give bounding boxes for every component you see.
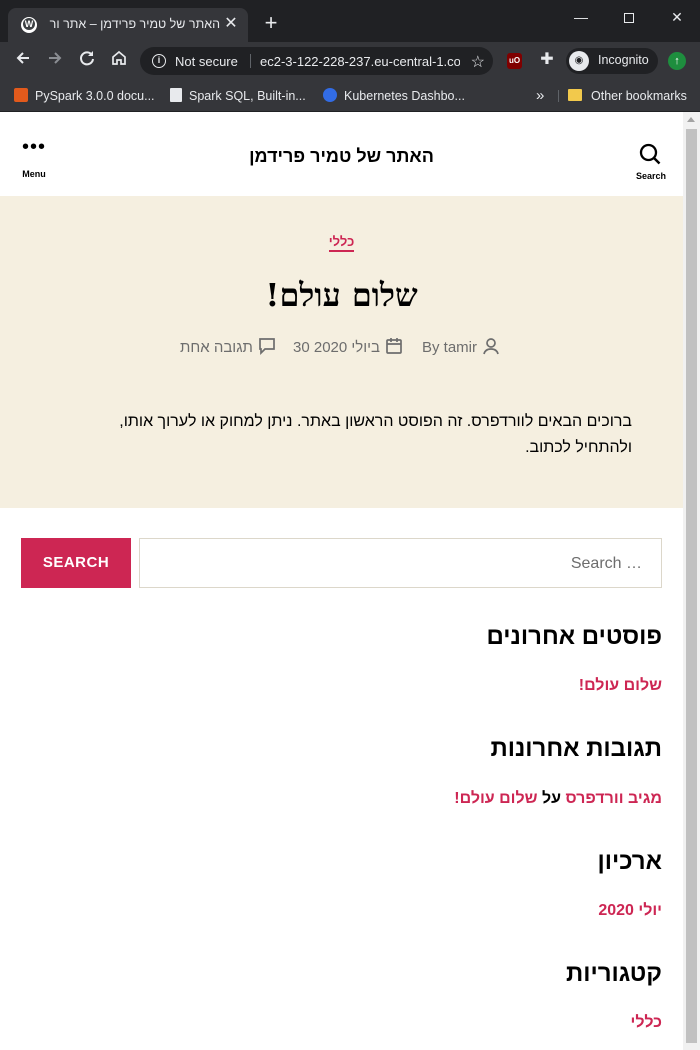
home-icon [112,50,126,65]
site-header: ••• Menu האתר של טמיר פרידמן Search [0,112,683,196]
comment-post-link[interactable]: שלום עולם! [454,790,537,807]
close-tab-icon[interactable]: ✕ [222,15,240,33]
menu-button[interactable]: ••• Menu [19,136,49,185]
bookmark-label: Spark SQL, Built-in... [189,89,306,103]
home-button[interactable] [106,48,132,74]
address-bar[interactable]: i Not secure ec2-3-122-228-237.eu-centra… [140,47,493,75]
search-icon [639,143,661,165]
category-label: כללי [328,234,355,252]
recent-comments-title: תגובות אחרונות [490,735,662,762]
update-arrow-icon[interactable]: ↑ [668,52,686,70]
browser-tab[interactable]: האתר של טמיר פרידמן – אתר ור ✕ [8,8,248,42]
incognito-icon: ◉ [569,51,589,71]
scroll-up-arrow-icon[interactable] [687,117,695,122]
other-bookmarks-label: Other bookmarks [591,89,687,103]
back-arrow-icon [16,52,29,64]
kubernetes-icon [323,88,337,102]
wordpress-icon [21,17,37,33]
forward-button[interactable] [42,48,68,74]
browser-window-chrome: האתר של טמיר פרידמן – אתר ור ✕ + — ✕ i N… [0,0,700,112]
post-date[interactable]: 30 ביולי 2020 [293,336,404,356]
post-article: כללי שלום עולם! By tamir 30 ביולי 2020 ת… [0,196,683,508]
menu-label: Menu [22,169,46,179]
bookmark-pyspark[interactable]: PySpark 3.0.0 docu... [14,86,155,106]
ublock-origin-icon[interactable]: uO [507,53,522,69]
incognito-profile-button[interactable]: ◉ Incognito [566,48,658,74]
post-category-link[interactable]: כללי [300,234,383,252]
post-title[interactable]: שלום עולם! [100,276,583,314]
book-icon [170,88,182,102]
search-button[interactable]: Search [632,141,670,185]
archive-link[interactable]: יולי 2020 [598,902,662,920]
bookmark-spark-sql[interactable]: Spark SQL, Built-in... [170,86,306,106]
sidebar-search-form: SEARCH Search … [21,538,662,588]
comments-label: תגובה אחת [180,339,253,356]
new-tab-button[interactable]: + [259,12,283,36]
comment-author-link[interactable]: מגיב וורדפרס [565,790,662,807]
site-title[interactable]: האתר של טמיר פרידמן [200,146,483,167]
recent-comment-item: מגיב וורדפרס על שלום עולם! [454,790,662,808]
page-scrollbar[interactable] [683,112,700,1050]
post-content: ברוכים הבאים לוורדפרס. זה הפוסט הראשון ב… [119,413,632,456]
spark-icon [14,88,28,102]
reload-button[interactable] [74,48,100,74]
search-input[interactable]: Search … [139,538,662,588]
scrollbar-thumb[interactable] [686,129,697,1043]
recent-posts-title: פוסטים אחרונים [486,623,662,650]
forward-arrow-icon [49,52,62,64]
post-comments-link[interactable]: תגובה אחת [180,336,277,356]
comment-icon [259,338,275,356]
date-label: 30 ביולי 2020 [293,339,381,356]
bookmark-label: PySpark 3.0.0 docu... [35,89,155,103]
recent-post-link[interactable]: שלום עולם! [579,677,662,695]
ellipsis-icon: ••• [21,136,46,158]
site-info-icon[interactable]: i [152,54,166,68]
bookmarks-bar: PySpark 3.0.0 docu... Spark SQL, Built-i… [0,80,700,112]
window-close-button[interactable]: ✕ [660,4,694,30]
post-author[interactable]: By tamir [422,336,501,356]
bookmarks-divider [558,90,559,102]
other-bookmarks-button[interactable]: Other bookmarks [568,86,687,106]
author-label: By tamir [422,339,478,356]
reload-icon [80,51,94,66]
person-icon [483,338,500,355]
calendar-icon [386,338,403,354]
maximize-icon [624,13,634,24]
incognito-label: Incognito [598,53,649,67]
minimize-button[interactable]: — [564,4,598,30]
category-link[interactable]: כללי [631,1014,663,1032]
bookmark-kubernetes[interactable]: Kubernetes Dashbo... [323,86,465,106]
wordpress-page: ••• Menu האתר של טמיר פרידמן Search כללי… [0,112,683,1050]
extensions-puzzle-icon[interactable]: ✚ [538,50,556,70]
security-status: Not secure [175,54,238,69]
comment-on-label: על [541,790,562,807]
tab-strip: האתר של טמיר פרידמן – אתר ור ✕ + — ✕ [0,0,700,42]
more-bookmarks-button[interactable]: » [536,86,544,106]
bookmark-star-icon[interactable]: ☆ [471,52,485,72]
browser-toolbar: i Not secure ec2-3-122-228-237.eu-centra… [0,42,700,80]
search-placeholder: Search … [570,555,642,572]
bookmark-label: Kubernetes Dashbo... [344,89,465,103]
page-url[interactable]: ec2-3-122-228-237.eu-central-1.compute.a… [260,54,460,69]
search-submit-button[interactable]: SEARCH [21,538,131,588]
address-divider [250,54,251,68]
archive-title: ארכיון [597,848,663,875]
back-button[interactable] [10,48,36,74]
tab-title: האתר של טמיר פרידמן – אתר ור [49,17,220,31]
categories-title: קטגוריות [566,960,662,987]
maximize-button[interactable] [612,4,646,30]
folder-icon [568,89,582,101]
search-label: Search [635,171,667,181]
